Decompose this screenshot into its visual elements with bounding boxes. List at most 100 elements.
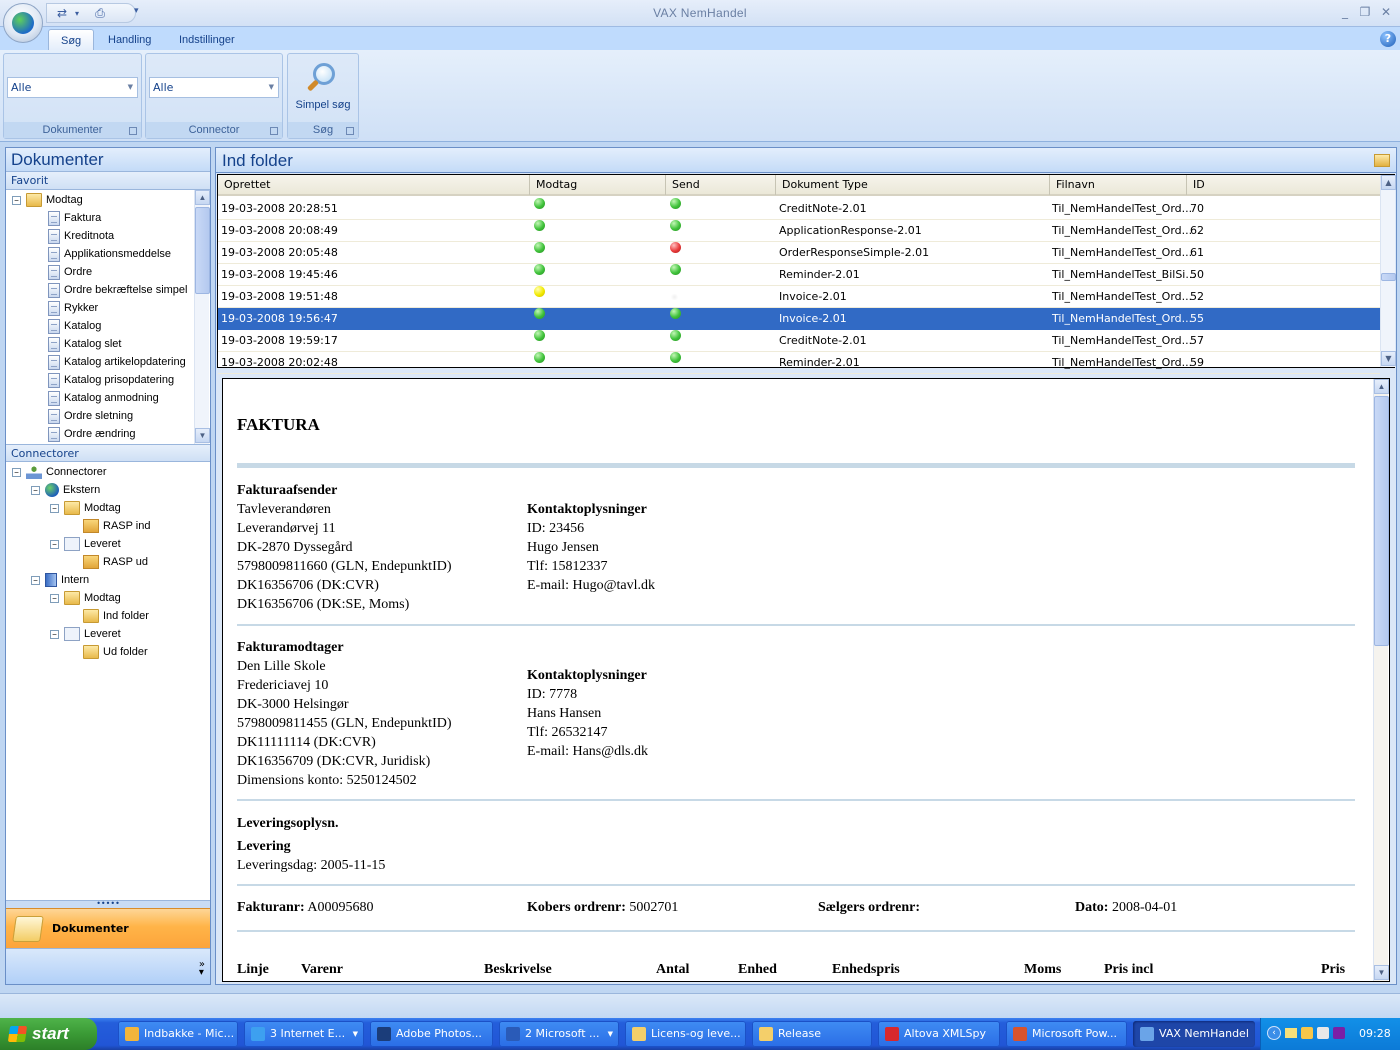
column-header-oprettet[interactable]: Oprettet [218, 175, 529, 195]
start-button[interactable]: start [0, 1018, 97, 1050]
column-header-modtag[interactable]: Modtag [529, 175, 665, 195]
table-row[interactable]: 19-03-2008 19:59:17 CreditNote-2.01 Til_Ne… [218, 330, 1380, 352]
connector-tree-node[interactable]: − Leveret [50, 535, 121, 553]
connector-tree-node[interactable]: − Connectorer [12, 463, 107, 481]
connector-tree-node[interactable]: − Modtag [50, 589, 121, 607]
tree-node-label: RASP ud [103, 556, 149, 568]
taskbar-item[interactable]: Adobe Photos... [370, 1021, 493, 1047]
tree-node-document-type[interactable]: Kreditnota [48, 227, 114, 245]
tree-node-document-type[interactable]: Ordre [48, 263, 92, 281]
taskbar-item[interactable]: Release [752, 1021, 872, 1047]
collapse-icon[interactable]: − [31, 575, 40, 585]
collapse-icon[interactable]: − [50, 593, 59, 603]
collapse-icon[interactable]: − [31, 485, 40, 495]
connector-tree-node[interactable]: − Intern [31, 571, 89, 589]
tree-node-document-type[interactable]: Ordre bekræftelse simpel [48, 281, 188, 299]
column-header-filnavn[interactable]: Filnavn [1049, 175, 1186, 195]
reference-label: Fakturanr: [237, 900, 305, 915]
scroll-thumb[interactable] [1374, 396, 1389, 646]
scroll-up-icon[interactable]: ▲ [195, 190, 210, 205]
column-header-send[interactable]: Send [665, 175, 775, 195]
close-button[interactable]: ✕ [1377, 4, 1395, 20]
scroll-down-icon[interactable]: ▼ [1381, 351, 1396, 366]
table-row[interactable]: 19-03-2008 19:51:48 Invoice-2.01 Til_NemHa… [218, 286, 1380, 308]
show-hidden-icons-button[interactable]: ‹ [1267, 1026, 1281, 1040]
table-row[interactable]: 19-03-2008 20:28:51 CreditNote-2.01 Til_Ne… [218, 198, 1380, 220]
documents-folder-icon [12, 915, 44, 942]
connector-tree-node[interactable]: − Modtag [50, 499, 121, 517]
taskbar-item[interactable]: Indbakke - Mic... [118, 1021, 238, 1047]
configure-buttons-icon[interactable]: » ▾ [199, 960, 205, 978]
taskbar-item[interactable]: Licens-og leve... [625, 1021, 746, 1047]
scroll-thumb[interactable] [1381, 273, 1396, 281]
nav-button-dokumenter[interactable]: Dokumenter [6, 908, 210, 948]
favorit-scrollbar[interactable]: ▲ ▼ [194, 190, 210, 444]
table-row[interactable]: 19-03-2008 20:05:48 OrderResponseSimple-2… [218, 242, 1380, 264]
tab-indstillinger[interactable]: Indstillinger [167, 29, 247, 51]
print-icon[interactable]: ⎙ [91, 6, 109, 21]
scroll-down-icon[interactable]: ▼ [195, 428, 210, 443]
send-receive-icon[interactable]: ⇄ [53, 6, 71, 21]
connector-tree-node[interactable]: RASP ind [83, 517, 151, 535]
app-tray-icon[interactable] [1333, 1027, 1345, 1039]
tree-node-document-type[interactable]: Rykker [48, 299, 98, 317]
mail-tray-icon[interactable] [1285, 1028, 1297, 1038]
tree-node-document-type[interactable]: Ordre sletning [48, 407, 133, 425]
document-scrollbar[interactable]: ▲ ▼ [1373, 379, 1389, 981]
table-row[interactable]: 19-03-2008 20:08:49 ApplicationResponse-2… [218, 220, 1380, 242]
column-header-dokument-type[interactable]: Dokument Type [775, 175, 1049, 195]
reminder-tray-icon[interactable] [1301, 1027, 1313, 1039]
dokumenter-combo[interactable]: Alle ▼ [7, 77, 138, 98]
tree-node-modtag[interactable]: − Modtag [12, 191, 83, 209]
application-menu-button[interactable] [3, 3, 43, 43]
tree-node-document-type[interactable]: Katalog anmodning [48, 389, 159, 407]
collapse-icon[interactable]: − [50, 629, 59, 639]
tree-node-document-type[interactable]: Katalog artikelopdatering [48, 353, 186, 371]
table-row[interactable]: 19-03-2008 19:45:46 Reminder-2.01 Til_NemH… [218, 264, 1380, 286]
tree-node-document-type[interactable]: Faktura [48, 209, 101, 227]
column-header-id[interactable]: ID [1186, 175, 1380, 195]
connector-tree-node[interactable]: − Leveret [50, 625, 121, 643]
tree-node-document-type[interactable]: Applikationsmeddelse [48, 245, 171, 263]
restore-button[interactable]: ❐ [1356, 4, 1374, 20]
help-icon[interactable]: ? [1380, 31, 1396, 47]
taskbar-item[interactable]: Microsoft Pow... [1006, 1021, 1127, 1047]
customize-toolbar-button[interactable]: ▾ [134, 6, 139, 16]
collapse-icon[interactable]: − [12, 467, 21, 477]
dialog-launcher-icon[interactable] [129, 127, 137, 135]
taskbar-item[interactable]: 3 Internet E... ▼ [244, 1021, 364, 1047]
scroll-up-icon[interactable]: ▲ [1381, 175, 1396, 190]
recorder-tray-icon[interactable] [1317, 1027, 1329, 1039]
tab-handling[interactable]: Handling [96, 29, 163, 51]
collapse-icon[interactable]: − [12, 195, 21, 205]
tree-node-document-type[interactable]: Katalog prisopdatering [48, 371, 174, 389]
table-row[interactable]: 19-03-2008 20:02:48 Reminder-2.01 Til_NemH… [218, 352, 1380, 374]
group-dropdown-icon[interactable]: ▼ [608, 1021, 613, 1047]
scroll-up-icon[interactable]: ▲ [1374, 379, 1389, 394]
table-row[interactable]: 19-03-2008 19:56:47 Invoice-2.01 Til_NemHa… [218, 308, 1380, 330]
connector-tree-node[interactable]: − Ekstern [31, 481, 100, 499]
collapse-icon[interactable]: − [50, 539, 59, 549]
group-dropdown-icon[interactable]: ▼ [353, 1021, 358, 1047]
taskbar-item[interactable]: 2 Microsoft ... ▼ [499, 1021, 619, 1047]
simple-search-button[interactable]: Simpel søg [292, 59, 354, 117]
tree-node-document-type[interactable]: Katalog slet [48, 335, 121, 353]
taskbar-item[interactable]: VAX NemHandel [1133, 1021, 1255, 1047]
connector-tree-node[interactable]: Ind folder [83, 607, 149, 625]
dialog-launcher-icon[interactable] [270, 127, 278, 135]
minimize-button[interactable]: _ [1336, 4, 1354, 20]
connector-tree-node[interactable]: Ud folder [83, 643, 148, 661]
scroll-down-icon[interactable]: ▼ [1374, 965, 1389, 980]
tree-node-document-type[interactable]: Katalog [48, 317, 101, 335]
tab-sog[interactable]: Søg [48, 29, 95, 51]
grid-scrollbar[interactable]: ▲ ▼ [1380, 175, 1396, 367]
collapse-icon[interactable]: − [50, 503, 59, 513]
pane-splitter[interactable]: ••••• [6, 900, 210, 908]
connector-tree-node[interactable]: RASP ud [83, 553, 148, 571]
dialog-launcher-icon[interactable] [346, 127, 354, 135]
taskbar-item[interactable]: Altova XMLSpy [878, 1021, 1000, 1047]
tree-node-document-type[interactable]: Ordre ændring [48, 425, 136, 443]
send-receive-dropdown[interactable]: ▾ [75, 9, 79, 18]
connector-combo[interactable]: Alle ▼ [149, 77, 279, 98]
scroll-thumb[interactable] [195, 207, 210, 294]
